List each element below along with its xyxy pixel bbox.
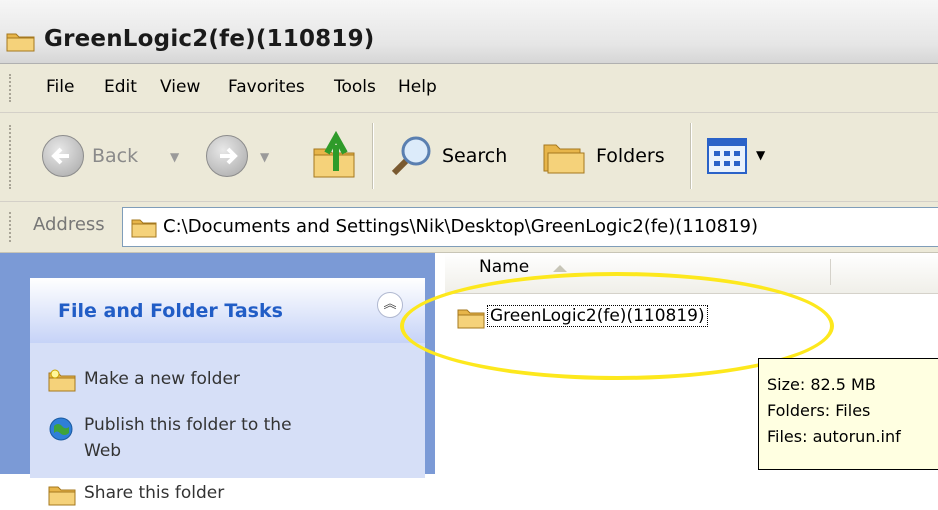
column-name-label: Name [479,257,530,277]
folders-label: Folders [596,145,665,167]
back-button[interactable]: Back ▼ [36,131,184,183]
tooltip-size: Size: 82.5 MB [767,375,876,394]
menu-grip[interactable] [9,74,14,102]
up-folder-icon[interactable] [312,131,358,179]
task-publish-folder[interactable]: Publish this folder to the Web [30,412,425,466]
toolbar-grip[interactable] [9,125,14,189]
task-make-new-folder[interactable]: Make a new folder [30,366,425,396]
menu-edit[interactable]: Edit [104,77,137,97]
menu-view[interactable]: View [160,77,200,97]
info-tooltip: Size: 82.5 MB Folders: Files Files: auto… [758,358,938,470]
title-bar[interactable]: GreenLogic2(fe)(110819) [0,0,938,64]
folders-icon [543,144,585,174]
forward-arrow-icon [206,135,248,177]
address-path: C:\Documents and Settings\Nik\Desktop\Gr… [163,216,759,237]
forward-button[interactable]: ▼ [202,131,282,183]
tasks-title: File and Folder Tasks [58,300,283,322]
search-label: Search [442,145,508,167]
toolbar: Back ▼ ▼ Search Folders ▼ [0,113,938,202]
task-label: Make a new folder [84,369,240,389]
menu-help[interactable]: Help [398,77,437,97]
toolbar-separator [690,123,692,189]
file-folder-tasks-panel: File and Folder Tasks ︽ Make a new folde… [30,278,425,506]
publish-web-icon [49,417,73,441]
task-label: Publish this folder to the [84,415,292,435]
task-label-cont: Web [84,441,122,461]
tooltip-folders: Folders: Files [767,401,871,420]
search-icon [391,136,431,176]
address-label: Address [33,214,105,235]
back-dropdown-icon: ▼ [170,150,180,164]
folder-icon [6,33,35,52]
menu-favorites[interactable]: Favorites [228,77,305,97]
tooltip-files: Files: autorun.inf [767,427,901,446]
menu-bar: File Edit View Favorites Tools Help [0,64,938,113]
views-button[interactable]: ▼ [704,135,776,179]
task-label: Share this folder [84,483,225,503]
search-button[interactable]: Search [386,131,520,183]
window-title: GreenLogic2(fe)(110819) [44,26,375,52]
address-bar: Address C:\Documents and Settings\Nik\De… [0,202,938,253]
views-icon [707,138,747,174]
back-label: Back [92,145,139,167]
menu-file[interactable]: File [46,77,74,97]
folder-icon [131,219,157,238]
address-grip[interactable] [9,212,14,242]
tasks-header[interactable]: File and Folder Tasks ︽ [30,278,425,343]
sort-ascending-icon [553,265,567,272]
task-share-folder[interactable]: Share this folder [30,480,425,510]
menu-tools[interactable]: Tools [334,77,376,97]
folders-button[interactable]: Folders [538,131,676,183]
toolbar-separator [372,123,374,189]
forward-dropdown-icon: ▼ [260,150,270,164]
new-folder-icon [48,369,76,392]
collapse-chevron-icon[interactable]: ︽ [377,292,403,318]
share-folder-icon [48,486,76,506]
address-input[interactable]: C:\Documents and Settings\Nik\Desktop\Gr… [122,207,938,247]
task-pane: File and Folder Tasks ︽ Make a new folde… [0,253,435,506]
back-arrow-icon [42,135,84,177]
views-dropdown-icon: ▼ [756,148,766,162]
column-divider[interactable] [830,259,831,285]
